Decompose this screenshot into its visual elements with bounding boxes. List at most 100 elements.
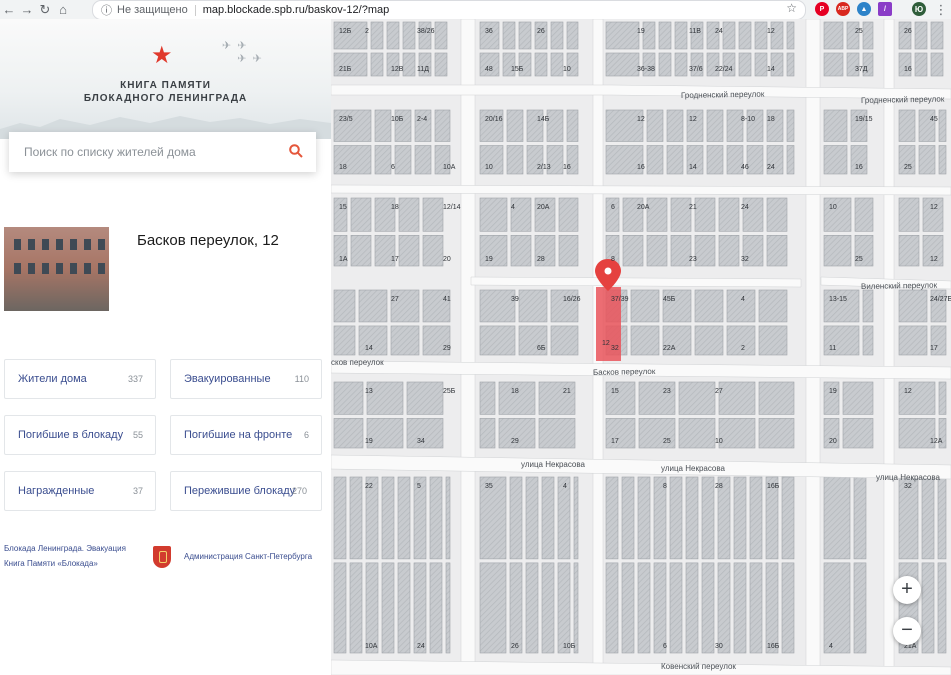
map-building bbox=[621, 476, 635, 560]
house-number-label: 10 bbox=[485, 164, 493, 171]
house-number-label: 24 bbox=[417, 643, 425, 650]
category-residents[interactable]: Жители дома 337 bbox=[4, 359, 156, 399]
info-panel: ★ ✈ ✈ ✈ ✈ КНИГА ПАМЯТИ БЛОКАДНОГО ЛЕНИНГ… bbox=[0, 19, 331, 675]
house-number-label: 24 bbox=[741, 204, 749, 211]
site-title[interactable]: КНИГА ПАМЯТИ БЛОКАДНОГО ЛЕНИНГРАДА bbox=[0, 79, 331, 105]
adblock-badge: ABP bbox=[837, 6, 849, 12]
profile-initial: Ю bbox=[914, 4, 924, 14]
map-view[interactable]: Гродненский переулок Гродненский переулок… bbox=[331, 19, 951, 675]
house-number-label: 26 bbox=[537, 28, 545, 35]
resident-search-box bbox=[9, 132, 316, 172]
map-building bbox=[546, 109, 564, 142]
map-building bbox=[646, 145, 664, 175]
map-building bbox=[479, 381, 496, 415]
house-number-label: 12А bbox=[930, 438, 943, 445]
map-building bbox=[538, 418, 576, 449]
reload-icon[interactable]: ↻ bbox=[36, 1, 54, 19]
map-street bbox=[460, 19, 476, 675]
category-count: 6 bbox=[303, 430, 309, 440]
profile-avatar[interactable]: Ю bbox=[912, 2, 926, 16]
map-building bbox=[541, 476, 555, 560]
map-building bbox=[823, 562, 851, 654]
map-building bbox=[766, 197, 788, 232]
category-label: Награжденные bbox=[18, 485, 95, 497]
adblock-icon[interactable]: ABP bbox=[836, 2, 850, 16]
map-building bbox=[823, 197, 852, 232]
house-number-label: 17 bbox=[391, 256, 399, 263]
map-building bbox=[605, 21, 640, 50]
memory-book-link[interactable]: Книга Памяти «Блокада» bbox=[4, 556, 126, 571]
map-building bbox=[749, 562, 763, 654]
map-building bbox=[538, 381, 576, 415]
map-building bbox=[414, 145, 432, 175]
house-number-label: 37/6 bbox=[689, 66, 703, 73]
house-number-label: 25 bbox=[855, 28, 863, 35]
category-label: Погибшие на фронте bbox=[184, 429, 293, 441]
map-building bbox=[479, 476, 507, 560]
map-building bbox=[390, 325, 420, 356]
map-canvas[interactable]: Гродненский переулок Гродненский переулок… bbox=[331, 19, 951, 675]
house-number-label: 12/14 bbox=[443, 204, 461, 211]
info-icon[interactable]: ⓘ bbox=[101, 2, 115, 18]
address-bar[interactable]: ⓘ Не защищено map.blockade.spb.ru/baskov… bbox=[92, 0, 806, 20]
home-icon[interactable]: ⌂ bbox=[54, 1, 72, 19]
map-building bbox=[566, 109, 579, 142]
house-number-label: 16 bbox=[637, 164, 645, 171]
map-building bbox=[509, 476, 523, 560]
house-number-label: 23 bbox=[663, 388, 671, 395]
map-building bbox=[742, 197, 764, 232]
map-building bbox=[701, 562, 715, 654]
bookmark-star-icon[interactable]: ☆ bbox=[786, 1, 797, 15]
forward-icon[interactable]: → bbox=[18, 1, 36, 19]
url-text[interactable]: map.blockade.spb.ru/baskov-12/?map bbox=[203, 4, 390, 16]
house-number-label: 25 bbox=[855, 256, 863, 263]
map-building bbox=[534, 197, 556, 232]
back-icon[interactable]: ← bbox=[0, 1, 18, 19]
house-number-label: 22 bbox=[365, 483, 373, 490]
house-number-label: 10 bbox=[563, 66, 571, 73]
map-building bbox=[685, 562, 699, 654]
extension-icon[interactable]: ▲ bbox=[857, 2, 871, 16]
map-building bbox=[479, 562, 507, 654]
site-title-line1: КНИГА ПАМЯТИ bbox=[120, 80, 211, 91]
house-number-label: 22/24 bbox=[715, 66, 733, 73]
resident-search-input[interactable] bbox=[22, 144, 276, 160]
house-number-label: 23 bbox=[689, 256, 697, 263]
administration-link[interactable]: Администрация Санкт-Петербурга bbox=[184, 549, 312, 564]
map-building bbox=[526, 109, 544, 142]
map-building bbox=[557, 562, 571, 654]
map-building bbox=[823, 109, 848, 142]
map-building bbox=[434, 21, 448, 50]
category-awarded[interactable]: Награжденные 37 bbox=[4, 471, 156, 511]
map-building bbox=[479, 289, 516, 323]
map-building bbox=[770, 21, 784, 50]
map-building bbox=[374, 197, 396, 232]
category-died-at-front[interactable]: Погибшие на фронте 6 bbox=[170, 415, 322, 455]
zoom-out-button[interactable]: − bbox=[893, 617, 921, 645]
map-building bbox=[429, 562, 443, 654]
category-survived[interactable]: Пережившие блокаду 270 bbox=[170, 471, 322, 511]
map-building bbox=[718, 197, 740, 232]
house-number-label: 20 bbox=[829, 438, 837, 445]
map-building bbox=[678, 381, 716, 415]
map-building bbox=[786, 109, 795, 142]
map-street bbox=[805, 19, 821, 675]
category-evacuated[interactable]: Эвакуированные 110 bbox=[170, 359, 322, 399]
pinterest-icon[interactable]: P bbox=[815, 2, 829, 16]
map-building bbox=[350, 235, 372, 267]
category-died-in-blockade[interactable]: Погибшие в блокаду 55 bbox=[4, 415, 156, 455]
house-photo[interactable] bbox=[4, 227, 109, 311]
evacuation-link[interactable]: Блокада Ленинграда. Эвакуация bbox=[4, 541, 126, 556]
pen-extension-icon[interactable]: / bbox=[878, 2, 892, 16]
map-building bbox=[722, 21, 736, 50]
search-icon[interactable] bbox=[289, 144, 303, 158]
map-building bbox=[374, 145, 392, 175]
house-number-label: 24 bbox=[715, 28, 723, 35]
map-building bbox=[398, 235, 420, 267]
menu-icon[interactable]: ⋮ bbox=[932, 1, 950, 19]
map-building bbox=[605, 562, 619, 654]
zoom-in-button[interactable]: + bbox=[893, 576, 921, 604]
map-building bbox=[622, 197, 644, 232]
map-building bbox=[394, 145, 412, 175]
map-building bbox=[605, 109, 644, 142]
